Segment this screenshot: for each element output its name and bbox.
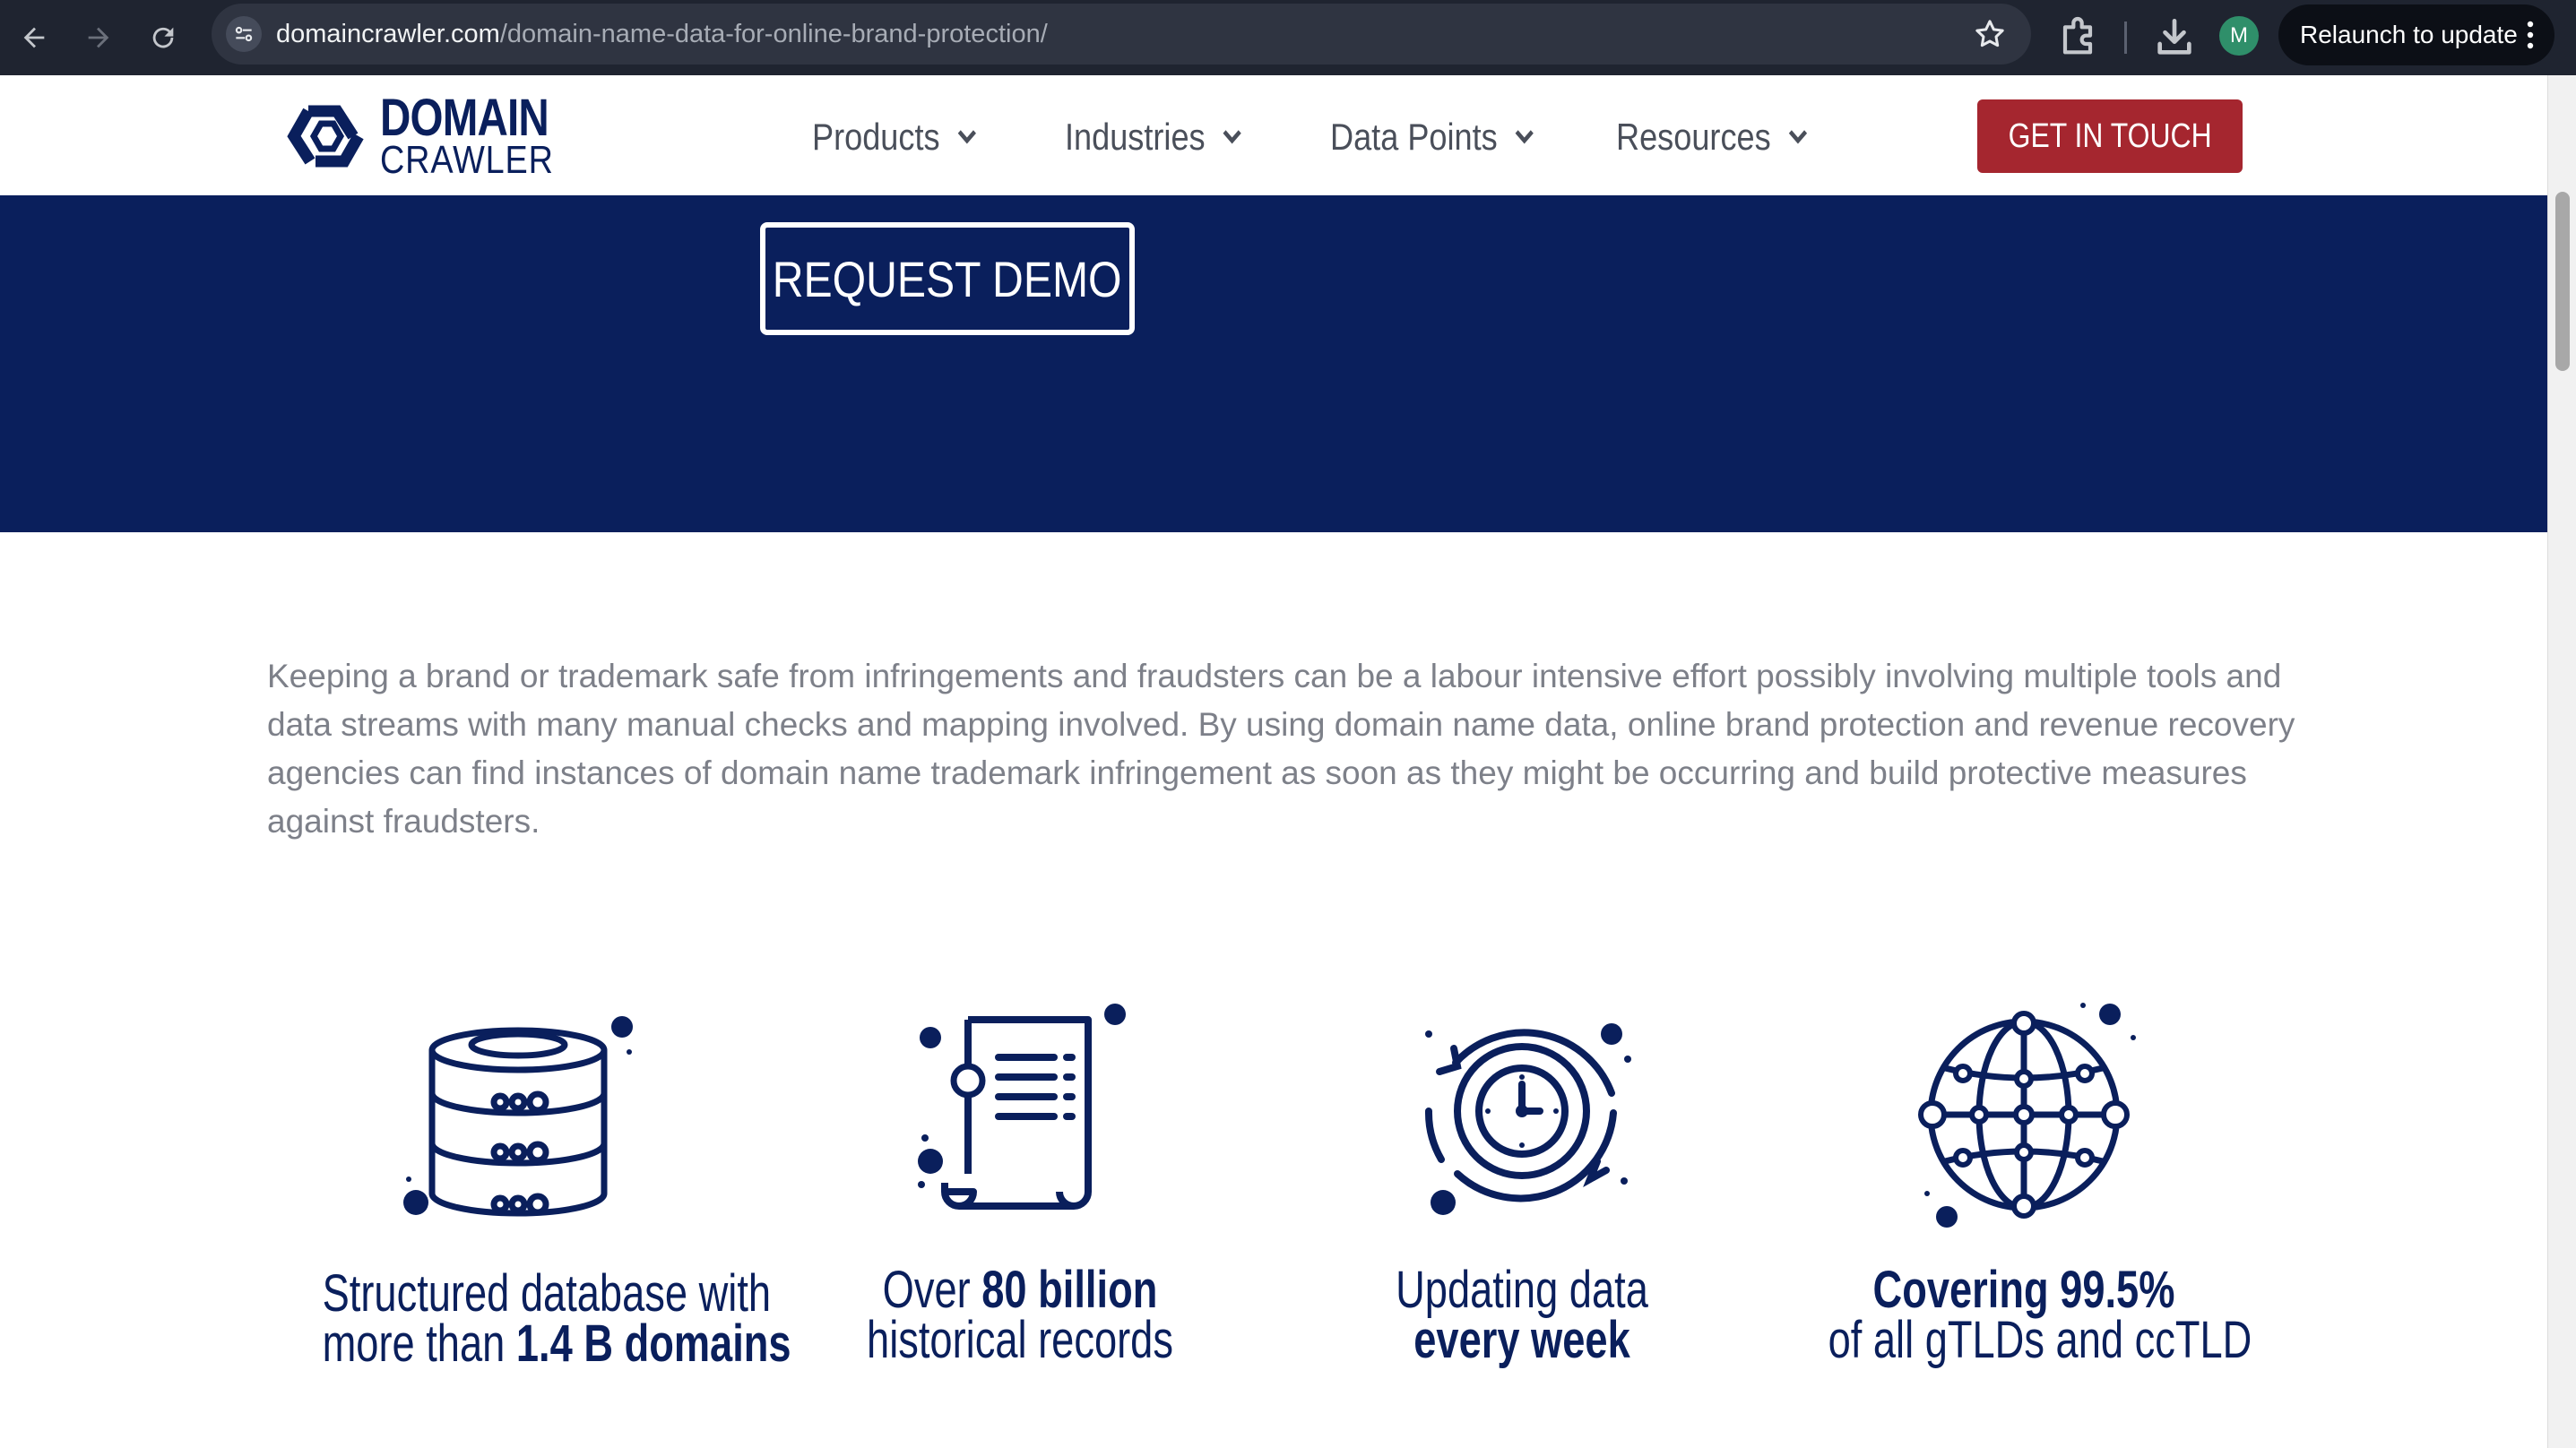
feature-records: Over 80 billion historical records xyxy=(769,995,1271,1366)
nav-data-points-label: Data Points xyxy=(1330,116,1498,158)
relaunch-label: Relaunch to update xyxy=(2300,21,2518,48)
feature-weekly-text: Updating data every week xyxy=(1271,1261,1773,1369)
feature-weekly-line2: every week xyxy=(1413,1311,1630,1369)
scrollbar-thumb[interactable] xyxy=(2555,192,2570,371)
chevron-down-icon xyxy=(1223,130,1241,144)
more-vert-icon xyxy=(2527,21,2534,49)
bookmark-star-icon[interactable] xyxy=(1972,16,2008,52)
url-text: domaincrawler.com/domain-name-data-for-o… xyxy=(276,4,1048,65)
download-icon[interactable] xyxy=(2149,13,2200,63)
get-in-touch-label: GET IN TOUCH xyxy=(2008,116,2212,155)
request-demo-label: REQUEST DEMO xyxy=(773,250,1122,307)
nav-industries[interactable]: Industries xyxy=(1065,111,1242,163)
toolbar-divider xyxy=(2124,22,2127,54)
browser-toolbar: domaincrawler.com/domain-name-data-for-o… xyxy=(0,0,2576,75)
logo-wordmark-bottom: CRAWLER xyxy=(380,138,554,182)
page-scrollbar[interactable] xyxy=(2547,75,2576,1448)
arrow-right-icon xyxy=(88,27,109,48)
feature-records-text: Over 80 billion historical records xyxy=(769,1261,1271,1369)
nav-resources-label: Resources xyxy=(1616,116,1771,158)
database-icon xyxy=(403,1016,633,1217)
site-settings-icon[interactable] xyxy=(226,16,262,52)
reload-button[interactable] xyxy=(140,14,186,61)
forward-button[interactable] xyxy=(75,14,122,61)
back-button[interactable] xyxy=(11,14,57,61)
hero-banner: REQUEST DEMO xyxy=(0,195,2547,532)
address-bar[interactable]: domaincrawler.com/domain-name-data-for-o… xyxy=(212,4,2031,65)
nav-data-points[interactable]: Data Points xyxy=(1330,111,1534,163)
relaunch-button[interactable]: Relaunch to update xyxy=(2278,4,2554,65)
nav-products[interactable]: Products xyxy=(812,111,977,163)
feature-coverage-line1: Covering 99.5% xyxy=(1872,1261,2175,1319)
nav-industries-label: Industries xyxy=(1065,116,1206,158)
feature-weekly-line1: Updating data xyxy=(1396,1261,1648,1319)
feature-coverage: Covering 99.5% of all gTLDs and ccTLD xyxy=(1773,995,2275,1366)
url-path: /domain-name-data-for-online-brand-prote… xyxy=(499,20,1048,48)
site-logo[interactable]: DOMAIN CRAWLER xyxy=(281,89,553,182)
chevron-down-icon xyxy=(1788,130,1807,144)
feature-records-line2: historical records xyxy=(867,1311,1173,1369)
clock-refresh-icon xyxy=(1424,1023,1631,1215)
feature-database-line1: Structured database with xyxy=(322,1264,772,1323)
request-demo-button[interactable]: REQUEST DEMO xyxy=(760,222,1135,335)
feature-database-text: Structured database with more than 1.4 B… xyxy=(267,1264,791,1373)
feature-database: Structured database with more than 1.4 B… xyxy=(267,995,791,1370)
feature-records-line1: Over 80 billion xyxy=(882,1261,1158,1319)
feature-weekly: Updating data every week xyxy=(1271,995,1773,1366)
profile-avatar[interactable]: M xyxy=(2219,16,2259,56)
feature-database-line2: more than 1.4 B domains xyxy=(322,1314,791,1373)
nav-resources[interactable]: Resources xyxy=(1616,111,1808,163)
globe-network-icon xyxy=(1918,1003,2136,1228)
domaincrawler-logo-icon xyxy=(287,105,364,168)
intro-paragraph: Keeping a brand or trademark safe from i… xyxy=(267,658,2295,840)
records-scroll-icon xyxy=(918,1004,1126,1210)
nav-products-label: Products xyxy=(812,116,940,158)
feature-coverage-line2: of all gTLDs and ccTLD xyxy=(1828,1311,2252,1369)
chevron-down-icon xyxy=(1515,130,1534,144)
get-in-touch-button[interactable]: GET IN TOUCH xyxy=(1977,99,2243,173)
feature-coverage-text: Covering 99.5% of all gTLDs and ccTLD xyxy=(1773,1261,2275,1369)
chevron-down-icon xyxy=(957,130,976,144)
reload-icon xyxy=(152,27,174,48)
extensions-icon[interactable] xyxy=(2053,13,2103,63)
arrow-left-icon xyxy=(23,27,45,48)
url-host: domaincrawler.com xyxy=(276,20,500,48)
